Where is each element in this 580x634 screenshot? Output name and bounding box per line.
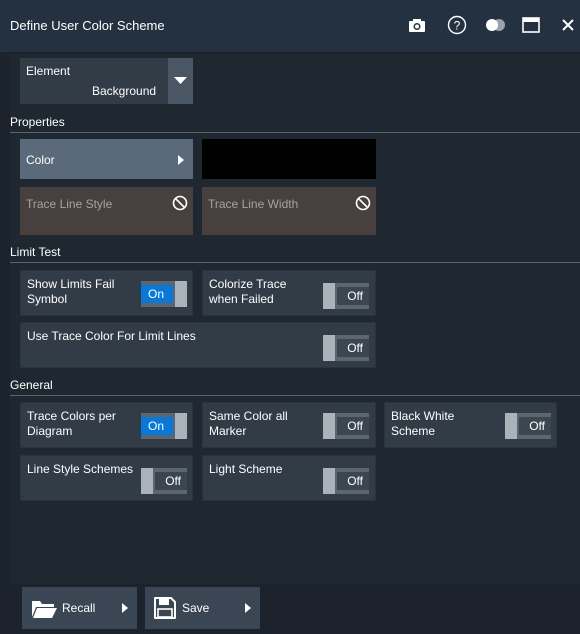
element-label: Element [26,64,71,78]
chevron-right-icon [121,602,129,617]
chevron-right-icon [244,602,252,617]
color-swatch[interactable] [202,139,376,179]
window-title: Define User Color Scheme [10,18,165,33]
same-color-all-marker-label: Same Color all Marker [209,409,288,438]
recall-label: Recall [62,601,96,615]
chevron-down-icon[interactable] [168,58,193,104]
show-limits-fail-symbol-tile[interactable]: Show Limits Fail Symbol On [20,270,193,316]
black-white-scheme-toggle[interactable]: Off [505,413,551,439]
trace-colors-per-diagram-label: Trace Colors per Diagram [27,409,116,438]
maximize-icon[interactable] [520,14,542,36]
toggle-icon[interactable] [484,14,506,36]
black-white-scheme-label: Black White Scheme [391,409,455,438]
title-bar: Define User Color Scheme ? [0,0,580,52]
toggle-state: Off [347,419,363,433]
use-trace-color-label: Use Trace Color For Limit Lines [27,329,196,343]
show-limits-fail-symbol-toggle[interactable]: On [141,281,187,307]
toggle-state: Off [347,289,363,303]
element-dropdown[interactable]: Element Background [20,58,193,104]
trace-line-width-label: Trace Line Width [208,197,299,211]
toggle-state: Off [165,474,181,488]
use-trace-color-tile[interactable]: Use Trace Color For Limit Lines Off [20,322,376,368]
save-label: Save [182,601,210,615]
black-white-scheme-tile[interactable]: Black White Scheme Off [384,402,557,448]
light-scheme-toggle[interactable]: Off [323,468,369,494]
help-icon[interactable]: ? [446,14,468,36]
recall-button[interactable]: Recall [22,587,137,629]
line-style-schemes-toggle[interactable]: Off [141,468,187,494]
trace-line-width-button: Trace Line Width [202,187,376,235]
section-properties: Properties [10,114,580,133]
color-button[interactable]: Color [20,139,193,179]
toggle-state: Off [347,474,363,488]
trace-line-style-label: Trace Line Style [26,197,113,211]
dialog-content [10,54,580,584]
trace-colors-per-diagram-toggle[interactable]: On [141,413,187,439]
colorize-trace-toggle[interactable]: Off [323,283,369,309]
same-color-all-marker-tile[interactable]: Same Color all Marker Off [202,402,376,448]
folder-open-icon [30,597,58,622]
toggle-state: On [148,419,165,433]
floppy-disk-icon [153,596,177,623]
element-value: Background [92,84,157,98]
section-limit-test: Limit Test [10,244,580,263]
section-general: General [10,377,580,396]
use-trace-color-toggle[interactable]: Off [323,335,369,361]
light-scheme-tile[interactable]: Light Scheme Off [202,455,376,501]
color-label: Color [26,153,55,167]
toggle-state: Off [529,419,545,433]
show-limits-fail-symbol-label: Show Limits Fail Symbol [27,277,115,306]
disabled-icon [172,195,188,216]
trace-line-style-button: Trace Line Style [20,187,193,235]
toggle-state: Off [347,341,363,355]
trace-colors-per-diagram-tile[interactable]: Trace Colors per Diagram On [20,402,193,448]
camera-icon[interactable] [406,14,428,36]
colorize-trace-tile[interactable]: Colorize Trace when Failed Off [202,270,376,316]
colorize-trace-label: Colorize Trace when Failed [209,277,287,306]
chevron-right-icon [177,153,185,171]
toggle-state: On [148,287,165,301]
disabled-icon [355,195,371,216]
light-scheme-label: Light Scheme [209,462,283,476]
close-icon[interactable] [557,14,579,36]
line-style-schemes-label: Line Style Schemes [27,462,134,476]
svg-text:?: ? [454,19,461,33]
save-button[interactable]: Save [145,587,260,629]
line-style-schemes-tile[interactable]: Line Style Schemes Off [20,455,193,501]
same-color-all-marker-toggle[interactable]: Off [323,413,369,439]
